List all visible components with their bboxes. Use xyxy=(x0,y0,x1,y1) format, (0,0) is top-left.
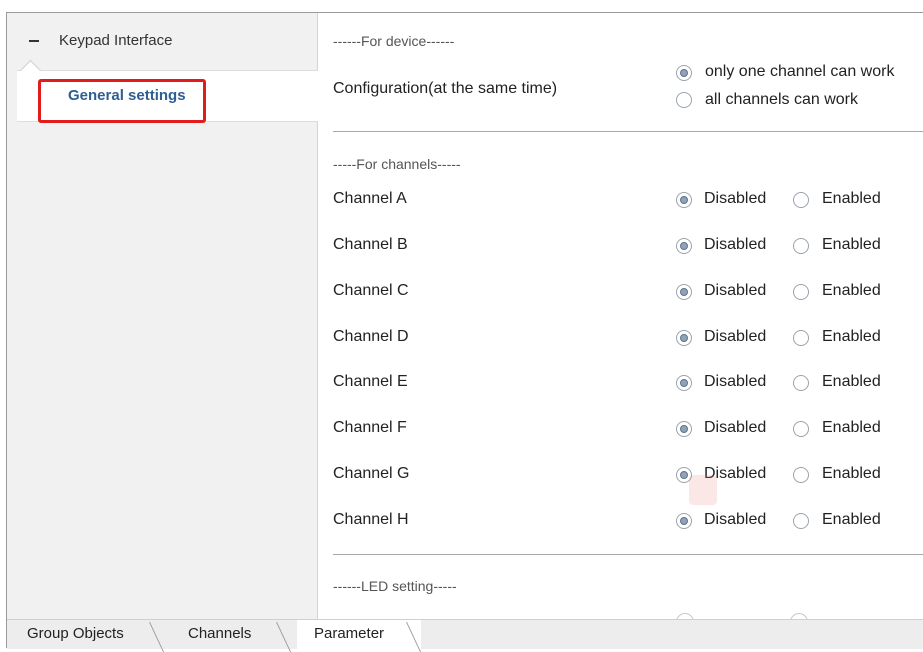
collapse-icon[interactable] xyxy=(29,40,39,42)
radio-disabled[interactable] xyxy=(676,192,692,208)
tab-label: Channels xyxy=(188,625,252,642)
watermark-icon xyxy=(689,475,717,505)
divider xyxy=(333,554,923,555)
divider xyxy=(333,131,923,132)
radio-label-enabled: Enabled xyxy=(822,419,881,436)
radio-label-disabled: Disabled xyxy=(704,282,767,299)
radio-label-enabled: Enabled xyxy=(822,236,881,253)
channel-label: Channel G xyxy=(333,465,410,482)
tab-parameter[interactable]: Parameter xyxy=(297,620,421,650)
radio-label-disabled: Disabled xyxy=(704,190,767,207)
radio-label-disabled: Disabled xyxy=(704,373,767,390)
radio-enabled[interactable] xyxy=(793,513,809,529)
app-frame: Keypad Interface General settings ------… xyxy=(6,12,923,652)
channel-label: Channel C xyxy=(333,282,409,299)
radio-disabled[interactable] xyxy=(676,284,692,300)
channel-label: Channel D xyxy=(333,328,409,345)
radio-all-channels[interactable] xyxy=(676,92,692,108)
channel-label: Channel B xyxy=(333,236,408,253)
radio-label-all-channels: all channels can work xyxy=(705,91,858,108)
tab-group-objects[interactable]: Group Objects xyxy=(7,620,167,650)
radio-enabled[interactable] xyxy=(793,467,809,483)
radio-enabled[interactable] xyxy=(793,238,809,254)
radio-label-disabled: Disabled xyxy=(704,511,767,528)
radio-only-one-channel[interactable] xyxy=(676,65,692,81)
highlight-annotation xyxy=(38,79,206,123)
channel-label: Channel E xyxy=(333,373,408,390)
led-section-title: ------LED setting----- xyxy=(333,578,457,594)
radio-label-enabled: Enabled xyxy=(822,373,881,390)
tree-item-keypad-interface[interactable]: Keypad Interface xyxy=(7,13,317,69)
radio-disabled[interactable] xyxy=(676,330,692,346)
channel-label: Channel H xyxy=(333,511,409,528)
configuration-label: Configuration(at the same time) xyxy=(333,80,558,97)
channels-section-title: -----For channels----- xyxy=(333,156,461,172)
radio-label-disabled: Disabled xyxy=(704,236,767,253)
radio-label-disabled: Disabled xyxy=(704,419,767,436)
radio-disabled[interactable] xyxy=(676,513,692,529)
radio-label-only-one-channel: only one channel can work xyxy=(705,63,895,80)
radio-enabled[interactable] xyxy=(793,192,809,208)
radio-disabled[interactable] xyxy=(676,421,692,437)
tree-item-label: Keypad Interface xyxy=(59,32,173,49)
radio-enabled[interactable] xyxy=(793,284,809,300)
radio-enabled[interactable] xyxy=(793,375,809,391)
radio-label-enabled: Enabled xyxy=(822,511,881,528)
radio-enabled[interactable] xyxy=(793,421,809,437)
tab-label: Group Objects xyxy=(27,625,124,642)
tab-bar: Group Objects Channels Parameter xyxy=(7,619,923,652)
radio-enabled[interactable] xyxy=(793,330,809,346)
channel-label: Channel F xyxy=(333,419,407,436)
radio-label-enabled: Enabled xyxy=(822,282,881,299)
sidebar: Keypad Interface General settings xyxy=(7,13,318,619)
tab-channels[interactable]: Channels xyxy=(172,620,292,650)
radio-disabled[interactable] xyxy=(676,375,692,391)
channel-label: Channel A xyxy=(333,190,407,207)
radio-disabled[interactable] xyxy=(676,238,692,254)
parameter-panel: ------For device------ Configuration(at … xyxy=(319,13,923,619)
radio-label-enabled: Enabled xyxy=(822,465,881,482)
radio-label-disabled: Disabled xyxy=(704,328,767,345)
radio-label-enabled: Enabled xyxy=(822,328,881,345)
radio-label-enabled: Enabled xyxy=(822,190,881,207)
device-section-title: ------For device------ xyxy=(333,33,455,49)
tab-label: Parameter xyxy=(314,625,385,642)
